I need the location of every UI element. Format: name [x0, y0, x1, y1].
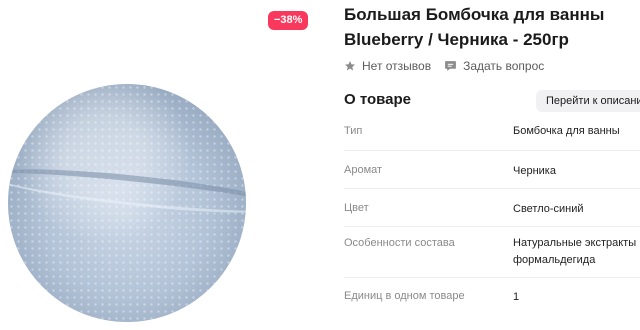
product-meta: Нет отзывов Задать вопрос	[344, 59, 557, 73]
ask-question-label: Задать вопрос	[463, 59, 545, 73]
spec-row-type: Тип Бомбочка для ванны	[344, 114, 640, 151]
product-image[interactable]	[8, 84, 246, 322]
spec-value: Светло-синий	[513, 203, 584, 215]
ask-question-link[interactable]: Задать вопрос	[444, 59, 544, 73]
spec-value: Черника	[513, 165, 556, 177]
product-title: Большая Бомбочка для ванны Blueberry / Ч…	[344, 2, 640, 52]
reviews-label: Нет отзывов	[362, 59, 432, 73]
spec-row-aroma: Аромат Черника	[344, 151, 640, 189]
spec-label: Особенности состава	[344, 237, 455, 249]
product-title-line2: Blueberry / Черника - 250гр	[344, 30, 569, 49]
spec-label: Аромат	[344, 164, 383, 176]
reviews-link[interactable]: Нет отзывов	[344, 59, 431, 73]
spec-value-continued: формальдегида	[513, 254, 596, 266]
spec-label: Цвет	[344, 202, 369, 214]
product-title-line1: Большая Бомбочка для ванны	[344, 5, 605, 24]
spec-value: Бомбочка для ванны	[513, 125, 620, 137]
about-heading: О товаре	[344, 91, 412, 108]
spec-label: Единиц в одном товаре	[344, 290, 465, 302]
go-to-description-button[interactable]: Перейти к описанию	[536, 90, 640, 112]
spec-value: 1	[513, 291, 520, 303]
spec-label: Тип	[344, 125, 363, 137]
spec-value: Натуральные экстракты	[513, 237, 637, 249]
spec-row-composition: Особенности состава Натуральные экстракт…	[344, 227, 640, 278]
chat-bubble-icon	[445, 61, 457, 71]
discount-badge: −38%	[268, 11, 309, 30]
star-icon	[345, 61, 355, 71]
spec-row-color: Цвет Светло-синий	[344, 189, 640, 227]
spec-row-units: Единиц в одном товаре 1	[344, 278, 640, 318]
specs-table: Тип Бомбочка для ванны Аромат Черника Цв…	[344, 114, 640, 318]
